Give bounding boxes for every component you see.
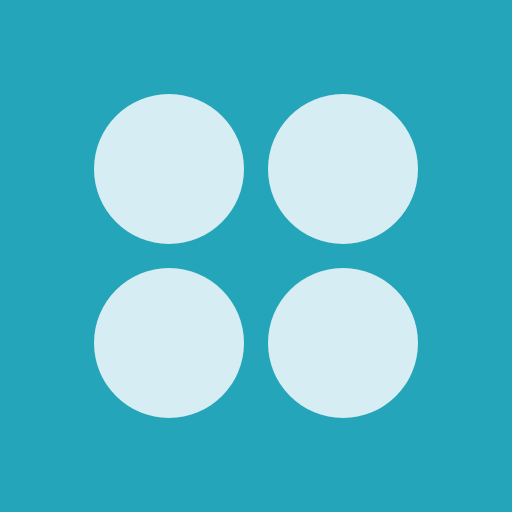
dot-top-left	[94, 94, 244, 244]
dot-bottom-right	[268, 268, 418, 418]
dot-top-right	[268, 94, 418, 244]
four-dots-grid-icon	[0, 0, 512, 512]
dot-bottom-left	[94, 268, 244, 418]
